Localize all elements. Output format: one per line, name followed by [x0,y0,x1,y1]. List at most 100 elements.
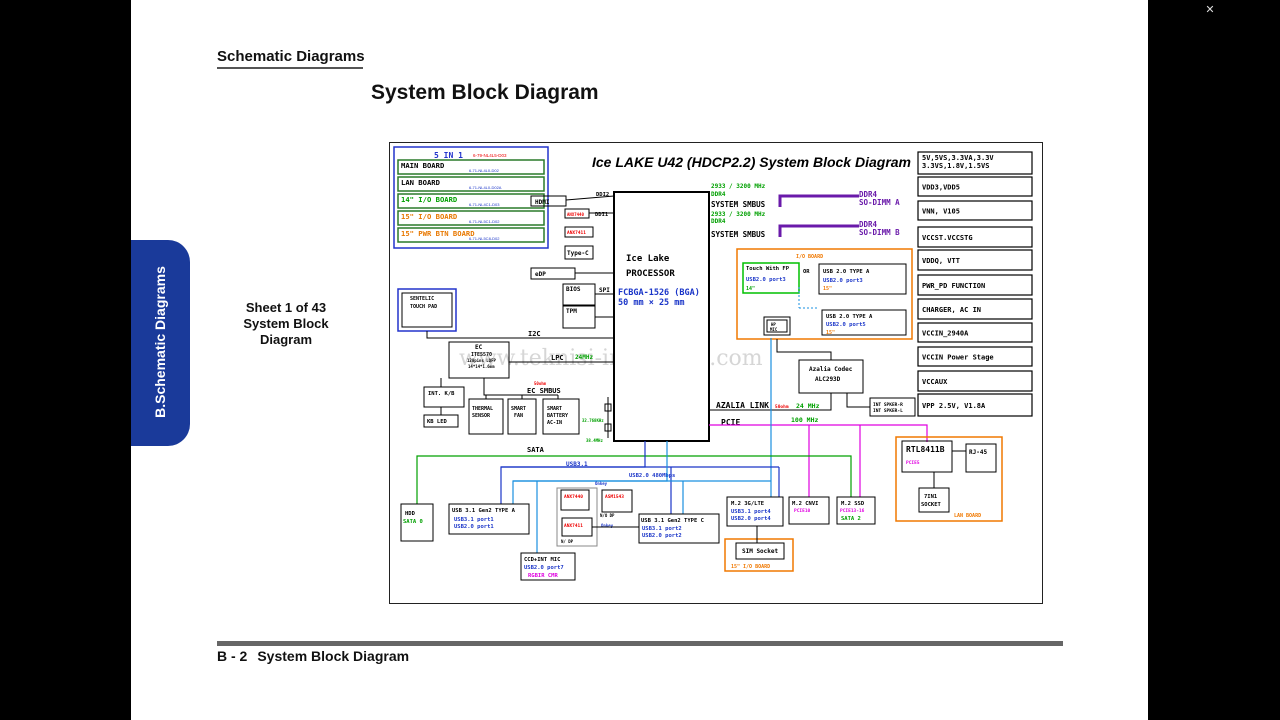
m2-3g-line2: USB3.1 port4 [731,509,771,515]
typec-label: Type-C [567,250,589,257]
anx7440-small-label: ANX7440 [567,212,584,217]
watermark: www.teknisi-indonesia.com [459,346,763,371]
board-row-pn: 6-71-NL4C1-D03 [469,202,500,207]
usb31a-line1: USB 3.1 Gen2 TYPE A [452,508,516,514]
i2c-label: I2C [528,330,541,338]
mem-smbus-a: SYSTEM SMBUS [711,200,766,209]
footer: B - 2 System Block Diagram [217,648,419,664]
battery-line1: SMART [547,406,562,412]
sheet-name-line2: Diagram [259,332,313,347]
usb31c-line1: USB 3.1 Gen2 TYPE C [641,518,704,524]
mem-ddr-a: DDR4 [711,191,726,198]
codec-line1: Azalia Codec [809,366,853,373]
usb-a1-line3: 15" [823,286,832,292]
usb-a1-line1: USB 2.0 TYPE A [823,269,870,275]
lpc-freq: 24MHz [575,354,593,361]
document-viewer: ✕ Schematic Diagrams System Block Diagra… [0,0,1280,720]
usb-a2-line1: USB 2.0 TYPE A [826,314,873,320]
lan-chip-sub: PCIE5 [906,460,920,466]
ec-smbus-label: EC SMBUS [527,387,561,395]
m2-ssd-line1: M.2 SSD [841,501,865,507]
anx7411-label: ANX7411 [567,230,586,236]
azalia-freq: 24 MHz [796,402,820,410]
hdmi-label: HDMI [535,199,550,206]
spk-line1: INT SPKER-R [873,402,903,408]
io-or-label: OR [803,269,810,275]
board-row-label: 14" I/O BOARD [401,195,457,204]
board-row-pn: 6-71-NL5C8-D02 [469,236,500,241]
power-rail-label: CHARGER, AC IN [922,306,981,314]
usb31a-line3: USB2.0 port1 [454,524,494,530]
usb31a-line2: USB3.1 port1 [454,517,494,523]
bios-label: BIOS [566,286,581,293]
power-rail-label: 3.3VS,1.8V,1.5VS [922,162,989,170]
cpu-line2: PROCESSOR [626,269,675,279]
cpu-size: 50 mm × 25 mm [618,298,685,308]
spi-label: SPI [599,287,610,294]
power-rail-label: VDD3,VDD5 [922,184,960,192]
usb-a2-line2: USB2.0 port5 [826,322,866,328]
m2-ssd-line2: PCIE13-16 [840,508,865,514]
xtal2-label: 38.4MHz [586,438,603,443]
dimm-b-line2: SO-DIMM B [859,228,900,237]
cardreader-line1: 7IN1 [924,494,938,500]
hdd-line1: HDD [405,511,416,517]
sheet-info: Sheet 1 of 43 System Block Diagram [231,300,341,348]
sim-label: SIM Socket [742,548,779,555]
hdd-line2: SATA 0 [403,519,423,525]
m2-cnvi-line2: PCIE10 [794,508,811,514]
ccd-line2: USB2.0 port7 [524,565,564,571]
sim-board-label: 15" I/O BOARD [731,564,770,570]
spk-line2: INT SPKER-L [873,408,903,414]
power-rail-label: VCCIN Power Stage [922,354,994,362]
cpu-package: FCBGA-1526 (BGA) [618,288,700,298]
power-rail-label: VNN, V105 [922,208,960,216]
header-underline [217,67,363,69]
system-block-diagram: www.teknisi-indonesia.com Ice LAKE U42 (… [389,142,1043,604]
ndp-label: N/ DP [561,539,574,544]
sata-label: SATA [527,446,545,454]
ec-smbus-small: 50ohm [534,381,547,386]
power-rail-label: PWR_PD FUNCTION [922,282,985,290]
anx7411b-label: ANX7411 [564,523,583,529]
power-rail-label: VCCIN_2940A [922,330,969,338]
boards-group-title: 5 IN 1 [434,151,463,160]
lan-board-title: LAN BOARD [954,513,981,519]
kbled-label: KB LED [427,419,448,425]
thermal-line2: SENSOR [472,413,491,419]
touchpad-line1: SENTELIC [410,296,434,302]
sheet-name-line1: System Block [243,316,329,331]
ec-line3: 128pins LQFP [467,358,496,363]
usb-a1-line2: USB2.0 port3 [823,278,863,284]
hpmic-line2: MIC [770,327,778,332]
footer-page-number: B - 2 [217,648,248,664]
close-icon[interactable]: ✕ [1203,3,1217,17]
m2-ssd-line3: SATA 2 [841,516,861,522]
edp-label: eDP [535,271,546,278]
azalia-label: AZALIA LINK [716,401,769,410]
usb-a2-line3: 15" [826,330,835,336]
board-row-label: LAN BOARD [401,178,440,187]
board-row-pn: 6-71-NL5C1-D02 [469,219,500,224]
usb31c-line3: USB2.0 port2 [642,533,682,539]
lpc-label: LPC [551,354,564,362]
power-rail-label: VPP 2.5V, V1.8A [922,402,986,410]
io-board-title: I/O BOARD [796,254,823,260]
m2-3g-line1: M.2 3G/LTE [731,501,764,507]
board-row-label: 15" PWR BTN BOARD [401,229,475,238]
ndp2-label: N/O DP [600,513,615,518]
page-title: System Block Diagram [371,81,599,104]
pcie-label: PCIE [721,418,740,427]
fp-line2: USB2.0 port3 [746,277,786,283]
cardreader-line2: SOCKET [921,502,942,508]
xtal1-label: 32.768KHz [582,418,604,423]
board-row-pn: 6-71-NL4L0-D02A [469,185,502,190]
power-rail-label: VDDQ, VTT [922,257,960,265]
fan-line2: FAN [514,413,523,419]
ec-line1: EC [475,344,483,351]
cpu-line1: Ice Lake [626,254,670,264]
footer-rule [217,641,1063,646]
azalia-small: 50ohm [775,404,789,410]
ccd-line1: CCD+INT MIC [524,557,560,563]
battery-line3: AC-IN [547,420,562,426]
